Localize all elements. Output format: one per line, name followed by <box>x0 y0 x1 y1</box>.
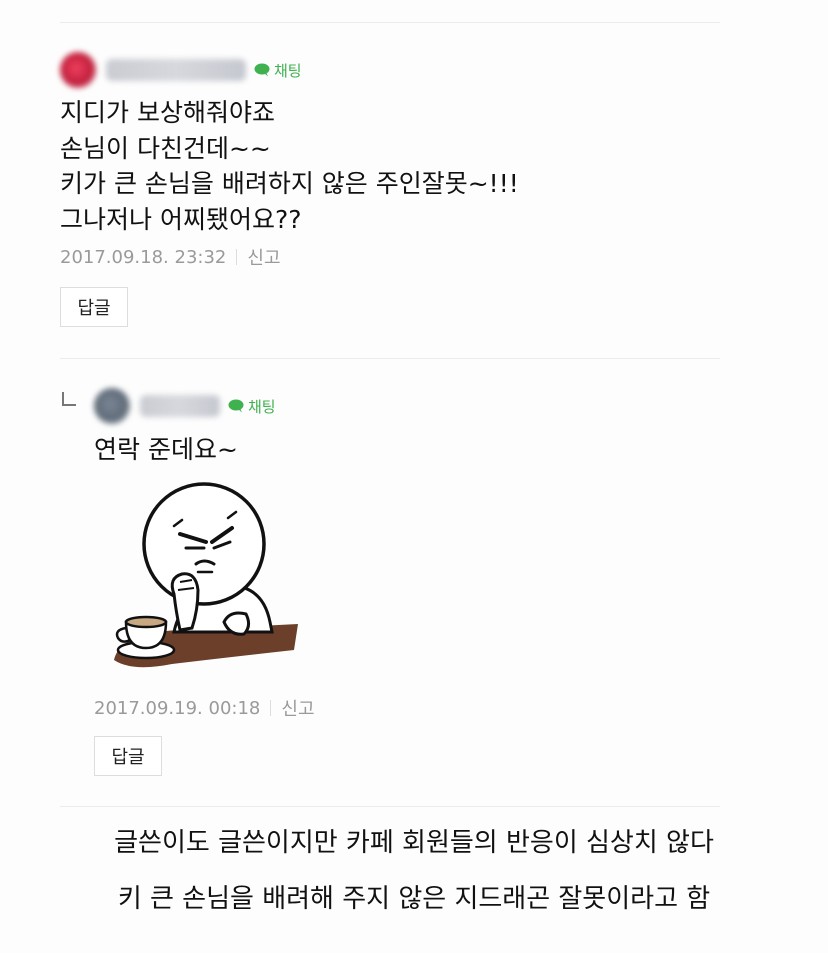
timestamp: 2017.09.18. 23:32 <box>60 246 227 268</box>
comment-header: 채팅 <box>60 52 302 88</box>
comment-meta: 2017.09.18. 23:32 신고 <box>60 244 281 270</box>
speech-bubble-icon <box>228 399 244 413</box>
chat-label: 채팅 <box>248 397 276 416</box>
comment-page: 채팅 지디가 보상해줘야죠 손님이 다친건데~~ 키가 큰 손님을 배려하지 않… <box>0 0 828 953</box>
meta-separator <box>270 700 272 716</box>
chat-label: 채팅 <box>274 61 302 80</box>
avatar[interactable] <box>94 388 130 424</box>
chat-button[interactable]: 채팅 <box>254 60 302 81</box>
comment-meta: 2017.09.19. 00:18 신고 <box>94 695 315 721</box>
nickname-blurred[interactable] <box>140 395 220 417</box>
timestamp: 2017.09.19. 00:18 <box>94 697 261 719</box>
reply-indent-icon <box>62 392 76 406</box>
comment-text: 지디가 보상해줘야죠 손님이 다친건데~~ 키가 큰 손님을 배려하지 않은 주… <box>60 98 519 234</box>
meta-separator <box>236 249 238 265</box>
comment-text: 연락 준데요~ <box>94 435 238 464</box>
report-link[interactable]: 신고 <box>281 695 314 721</box>
comment-header: 채팅 <box>94 388 276 424</box>
divider <box>60 22 720 23</box>
reply-button[interactable]: 답글 <box>60 287 128 327</box>
caption-line: 글쓴이도 글쓴이지만 카페 회원들의 반응이 심상치 않다 <box>114 828 714 858</box>
divider <box>60 806 720 807</box>
nickname-blurred[interactable] <box>106 59 246 81</box>
report-link[interactable]: 신고 <box>247 244 280 270</box>
avatar[interactable] <box>60 52 96 88</box>
reply-button[interactable]: 답글 <box>94 736 162 776</box>
chat-button[interactable]: 채팅 <box>228 396 276 417</box>
speech-bubble-icon <box>254 63 270 77</box>
divider <box>60 358 720 359</box>
sticker-image <box>114 482 298 668</box>
caption-line: 키 큰 손님을 배려해 주지 않은 지드래곤 잘못이라고 함 <box>117 884 711 914</box>
